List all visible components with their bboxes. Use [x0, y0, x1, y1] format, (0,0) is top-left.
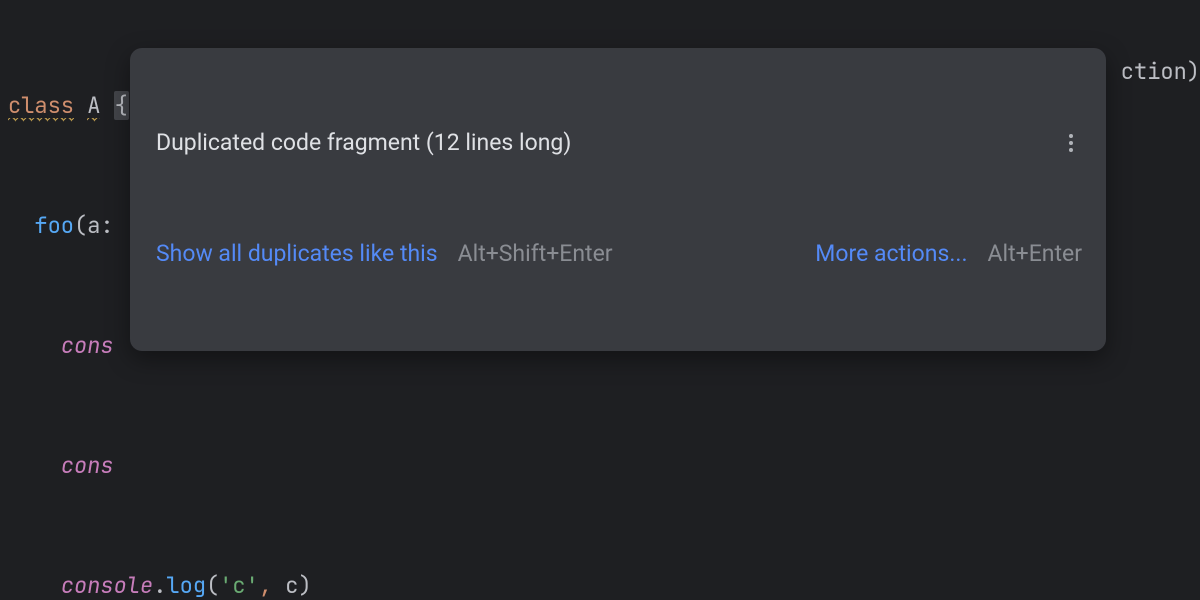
- identifier: cons: [61, 451, 114, 480]
- show-all-duplicates-link[interactable]: Show all duplicates like this: [156, 239, 438, 269]
- code-line: console.log('c', c): [8, 566, 1200, 600]
- brace-open: {: [114, 91, 129, 120]
- class-name: A: [87, 91, 100, 122]
- shortcut-label: Alt+Shift+Enter: [458, 239, 613, 269]
- param-name: a: [87, 211, 100, 240]
- code-line: cons: [8, 446, 1200, 486]
- variable-ref: c: [285, 571, 298, 600]
- code-editor[interactable]: class A { foo(a: cons cons console.log('…: [0, 0, 1200, 600]
- shortcut-label: Alt+Enter: [988, 239, 1082, 269]
- more-vertical-icon[interactable]: [1060, 132, 1082, 154]
- method-name: foo: [34, 211, 74, 240]
- string-literal: 'c': [219, 571, 259, 600]
- code-line-fragment: ction): [1121, 52, 1200, 92]
- colon: :: [100, 211, 113, 240]
- identifier: cons: [61, 331, 114, 360]
- paren-open: (: [74, 211, 87, 240]
- inspection-tooltip: Duplicated code fragment (12 lines long)…: [130, 48, 1106, 351]
- keyword-class: class: [8, 91, 74, 122]
- more-actions-link[interactable]: More actions...: [815, 239, 967, 269]
- identifier: console: [61, 571, 153, 600]
- tooltip-title: Duplicated code fragment (12 lines long): [156, 128, 571, 158]
- method-call: log: [166, 571, 206, 600]
